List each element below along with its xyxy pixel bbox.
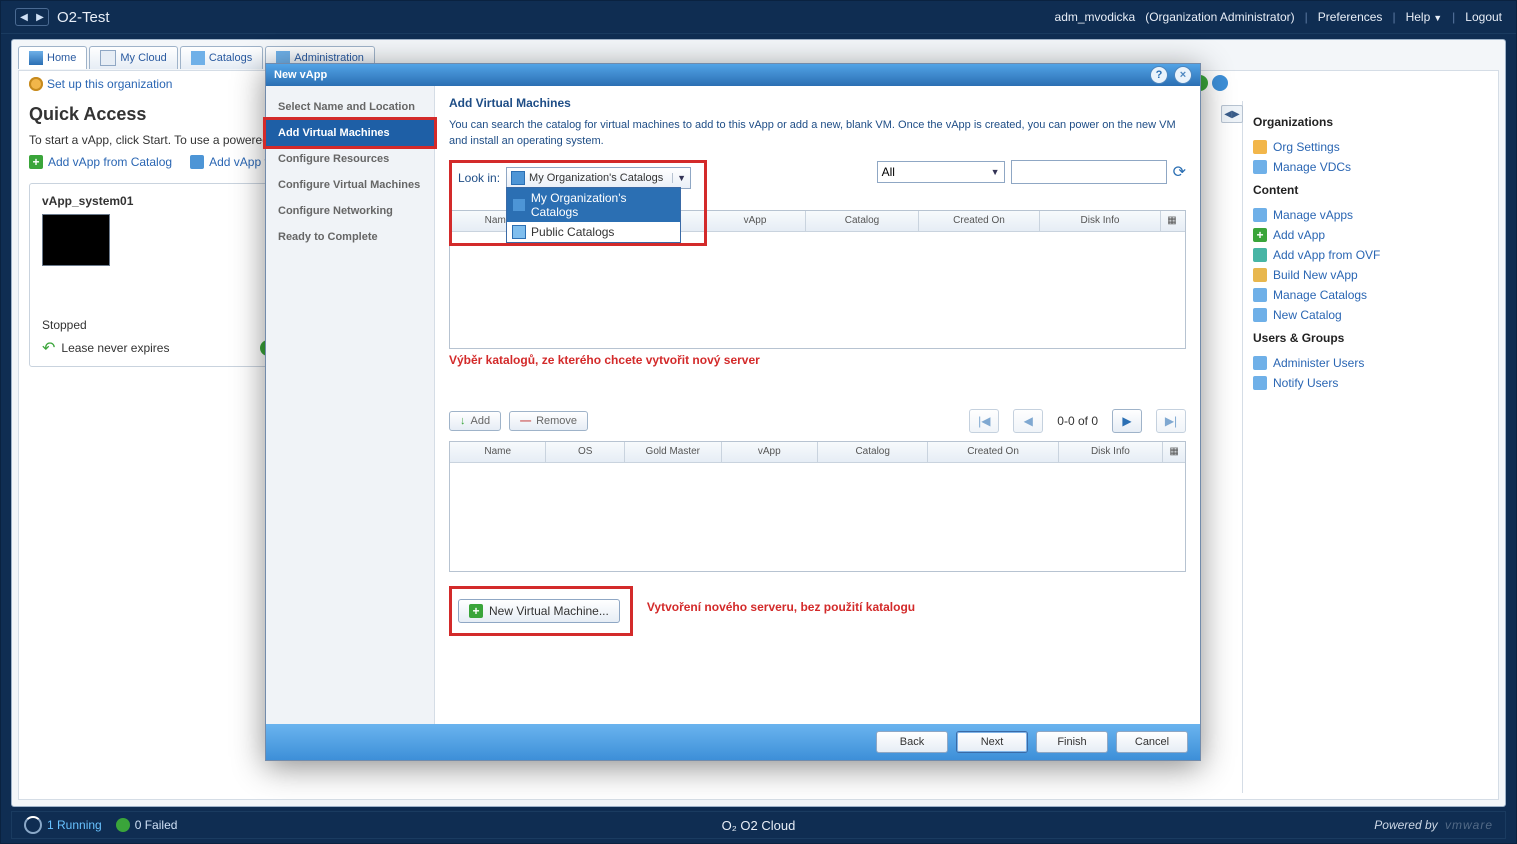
plus-icon: + [469, 604, 483, 618]
col-created[interactable]: Created On [928, 442, 1058, 462]
step-config-vms[interactable]: Configure Virtual Machines [266, 172, 434, 198]
filter-input[interactable] [1011, 160, 1167, 184]
lookin-label: Look in: [458, 171, 500, 185]
remove-button[interactable]: —Remove [509, 411, 588, 431]
pager-next[interactable]: ▶ [1112, 409, 1142, 433]
wizard-steps: Select Name and Location Add Virtual Mac… [266, 86, 435, 724]
pager-text: 0-0 of 0 [1057, 414, 1098, 428]
next-button[interactable]: Next [956, 731, 1028, 753]
pager-first[interactable]: |◀ [969, 409, 999, 433]
col-disk[interactable]: Disk Info [1059, 442, 1163, 462]
new-vm-button[interactable]: +New Virtual Machine... [458, 599, 620, 623]
col-created[interactable]: Created On [919, 211, 1040, 231]
modal-help-button[interactable]: ? [1150, 66, 1168, 84]
selected-grid-body [450, 463, 1185, 571]
col-name[interactable]: Name [450, 442, 546, 462]
catalog-grid-body [450, 232, 1185, 348]
panel-intro: You can search the catalog for virtual m… [449, 118, 1186, 150]
lookin-selected: My Organization's Catalogs [529, 172, 663, 184]
modal-title: New vApp [274, 69, 327, 81]
col-os[interactable]: OS [546, 442, 625, 462]
modal-overlay: New vApp ? × Select Name and Location Ad… [1, 1, 1516, 843]
lookin-option-public[interactable]: Public Catalogs [507, 222, 680, 242]
pager-last[interactable]: ▶| [1156, 409, 1186, 433]
col-gm[interactable]: Gold Master [625, 442, 721, 462]
catalog-db-icon [512, 225, 526, 239]
cancel-button[interactable]: Cancel [1116, 731, 1188, 753]
col-catalog[interactable]: Catalog [818, 442, 928, 462]
step-add-vms[interactable]: Add Virtual Machines [266, 120, 434, 146]
panel-heading: Add Virtual Machines [449, 96, 1186, 110]
chevron-down-icon: ▼ [672, 173, 686, 183]
col-vapp[interactable]: vApp [722, 442, 818, 462]
step-config-net[interactable]: Configure Networking [266, 198, 434, 224]
filter-select[interactable]: All▼ [877, 161, 1005, 183]
catalog-db-icon [511, 171, 525, 185]
col-config-icon[interactable]: ▦ [1161, 211, 1183, 231]
refresh-button[interactable]: ⟳ [1173, 162, 1186, 182]
lookin-option-org[interactable]: My Organization's Catalogs [507, 188, 680, 222]
pager-prev[interactable]: ◀ [1013, 409, 1043, 433]
col-catalog[interactable]: Catalog [806, 211, 919, 231]
step-config-res[interactable]: Configure Resources [266, 146, 434, 172]
finish-button[interactable]: Finish [1036, 731, 1108, 753]
minus-icon: — [520, 415, 531, 427]
selected-grid: Name OS Gold Master vApp Catalog Created… [449, 441, 1186, 572]
back-button[interactable]: Back [876, 731, 948, 753]
catalog-db-icon [512, 198, 526, 212]
modal-close-button[interactable]: × [1174, 66, 1192, 84]
annotation-catalog: Výběr katalogů, ze kterého chcete vytvoř… [449, 353, 1186, 367]
annotation-newvm: Vytvoření nového serveru, bez použití ka… [647, 600, 915, 614]
lookin-combo[interactable]: My Organization's Catalogs ▼ My Organiza… [506, 167, 691, 189]
add-button[interactable]: ↓Add [449, 411, 501, 431]
new-vm-highlight: +New Virtual Machine... [449, 586, 633, 636]
arrow-down-icon: ↓ [460, 415, 466, 427]
step-ready[interactable]: Ready to Complete [266, 224, 434, 250]
col-vapp[interactable]: vApp [705, 211, 806, 231]
col-config-icon[interactable]: ▦ [1163, 442, 1185, 462]
lookin-dropdown: My Organization's Catalogs Public Catalo… [506, 187, 681, 243]
col-disk[interactable]: Disk Info [1040, 211, 1161, 231]
new-vapp-modal: New vApp ? × Select Name and Location Ad… [265, 63, 1201, 761]
